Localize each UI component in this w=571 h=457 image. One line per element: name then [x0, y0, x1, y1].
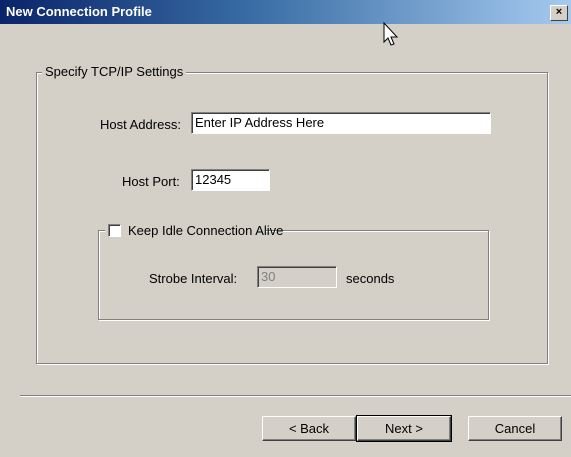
title-bar[interactable]: New Connection Profile × [0, 0, 571, 24]
host-address-input[interactable]: Enter IP Address Here [191, 112, 491, 134]
back-button[interactable]: < Back [262, 416, 356, 441]
close-icon: × [555, 6, 563, 18]
next-button[interactable]: Next > [356, 415, 452, 442]
separator [20, 395, 571, 397]
host-port-label: Host Port: [122, 174, 180, 189]
keep-alive-label[interactable]: Keep Idle Connection Alive [128, 223, 283, 238]
strobe-interval-label: Strobe Interval: [149, 271, 238, 286]
keepalive-legend: Keep Idle Connection Alive [105, 222, 283, 239]
tcpip-settings-legend: Specify TCP/IP Settings [42, 64, 187, 79]
mouse-pointer-icon [383, 22, 399, 46]
strobe-units-label: seconds [346, 271, 395, 286]
close-button[interactable]: × [550, 5, 568, 21]
keep-alive-checkbox[interactable] [108, 224, 121, 237]
host-port-input[interactable]: 12345 [191, 169, 270, 191]
host-address-label: Host Address: [100, 117, 181, 132]
window-title: New Connection Profile [6, 4, 152, 19]
strobe-interval-input[interactable]: 30 [257, 266, 337, 288]
cancel-button[interactable]: Cancel [468, 416, 562, 441]
